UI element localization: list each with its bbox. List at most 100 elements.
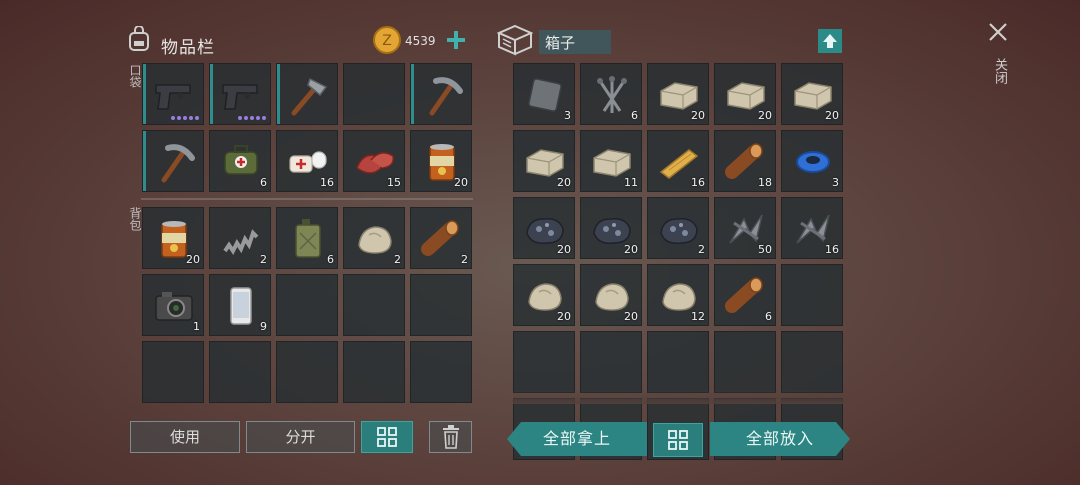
item-quantity: 6: [260, 176, 267, 189]
medkit-bag-icon: [224, 145, 258, 175]
item-quantity: 16: [320, 176, 334, 189]
box-slot[interactable]: 6: [714, 264, 776, 326]
backpack-slot[interactable]: 1: [142, 274, 204, 336]
item-quantity: 2: [461, 253, 468, 266]
backpack-slot[interactable]: 6: [276, 207, 338, 269]
box-slot[interactable]: 20: [781, 63, 843, 125]
backpack-slot[interactable]: [276, 274, 338, 336]
pocket-slot[interactable]: 16: [276, 130, 338, 192]
box-icon: [496, 24, 534, 56]
sort-box-button[interactable]: [653, 423, 703, 457]
pocket-slot[interactable]: [142, 130, 204, 192]
box-slot[interactable]: 16: [781, 197, 843, 259]
item-quantity: 20: [825, 109, 839, 122]
box-slot[interactable]: 20: [580, 197, 642, 259]
item-quantity: 20: [557, 176, 571, 189]
box-slot[interactable]: 3: [781, 130, 843, 192]
ammo-dot: [171, 116, 175, 120]
upload-button[interactable]: [818, 29, 842, 53]
pocket-slot[interactable]: [343, 63, 405, 125]
box-title: 箱子: [545, 34, 576, 52]
box-slot[interactable]: 20: [513, 130, 575, 192]
item-quantity: 16: [691, 176, 705, 189]
box-slot[interactable]: 6: [580, 63, 642, 125]
item-quantity: 18: [758, 176, 772, 189]
backpack-slot[interactable]: 2: [209, 207, 271, 269]
box-slot[interactable]: 16: [647, 130, 709, 192]
pocket-slot[interactable]: 6: [209, 130, 271, 192]
ammo-dots: [171, 116, 199, 120]
backpack-slot[interactable]: [142, 341, 204, 403]
box-slot[interactable]: 11: [580, 130, 642, 192]
split-button[interactable]: 分开: [246, 421, 355, 453]
pocket-slot[interactable]: [410, 63, 472, 125]
backpack-slot[interactable]: [410, 274, 472, 336]
use-button[interactable]: 使用: [130, 421, 240, 453]
backpack-slot[interactable]: [276, 341, 338, 403]
box-slot[interactable]: 20: [647, 63, 709, 125]
backpack-slot[interactable]: [343, 274, 405, 336]
box-slot[interactable]: [714, 331, 776, 393]
item-quantity: 1: [193, 320, 200, 333]
backpack-slot[interactable]: 20: [142, 207, 204, 269]
close-label: 关闭: [992, 58, 1007, 84]
box-slot[interactable]: [781, 331, 843, 393]
ammo-dots: [238, 116, 266, 120]
pistol-icon: [222, 84, 258, 110]
pocket-slot[interactable]: [142, 63, 204, 125]
plus-icon: [447, 31, 465, 49]
box-slot[interactable]: 20: [513, 264, 575, 326]
box-name-field[interactable]: 箱子: [539, 30, 611, 54]
item-quantity: 2: [394, 253, 401, 266]
box-slot[interactable]: [647, 331, 709, 393]
log-icon: [725, 277, 763, 313]
grid-icon: [668, 430, 688, 450]
box-slot[interactable]: 20: [580, 264, 642, 326]
item-quantity: 3: [832, 176, 839, 189]
item-quantity: 20: [624, 310, 638, 323]
stone-icon: [358, 226, 392, 254]
ammo-dot: [238, 116, 242, 120]
smartphone-icon: [230, 287, 252, 325]
box-slot[interactable]: [580, 331, 642, 393]
add-coins-button[interactable]: [446, 30, 466, 50]
box-slot[interactable]: 20: [513, 197, 575, 259]
box-slot[interactable]: 12: [647, 264, 709, 326]
spring-icon: [223, 229, 259, 255]
box-slot[interactable]: [513, 331, 575, 393]
box-slot[interactable]: 3: [513, 63, 575, 125]
item-quantity: 3: [564, 109, 571, 122]
box-slot[interactable]: [781, 264, 843, 326]
backpack-slot[interactable]: 2: [410, 207, 472, 269]
put-all-button[interactable]: 全部放入: [710, 422, 850, 456]
pocket-slot[interactable]: [209, 63, 271, 125]
backpack-icon: [127, 25, 151, 52]
backpack-slot[interactable]: [410, 341, 472, 403]
delete-button[interactable]: [429, 421, 472, 453]
pickaxe-icon: [161, 144, 195, 183]
arrow-up-icon: [823, 34, 837, 48]
item-quantity: 2: [698, 243, 705, 256]
close-icon: [989, 23, 1007, 41]
pocket-slot[interactable]: 20: [410, 130, 472, 192]
coin-icon: Z: [373, 26, 401, 54]
box-slot[interactable]: 18: [714, 130, 776, 192]
backpack-slot[interactable]: 9: [209, 274, 271, 336]
backpack-slot[interactable]: 2: [343, 207, 405, 269]
close-button[interactable]: 关闭: [986, 20, 1010, 100]
pocket-slot[interactable]: 15: [343, 130, 405, 192]
backpack-slot[interactable]: [343, 341, 405, 403]
sort-inventory-button[interactable]: [361, 421, 413, 453]
item-quantity: 11: [624, 176, 638, 189]
box-slot[interactable]: 2: [647, 197, 709, 259]
backpack-slot[interactable]: [209, 341, 271, 403]
duct-tape-icon: [796, 151, 830, 173]
pistol-icon: [155, 84, 191, 110]
ammo-dot: [177, 116, 181, 120]
item-quantity: 2: [260, 253, 267, 266]
equipped-marker: [143, 64, 146, 124]
box-slot[interactable]: 20: [714, 63, 776, 125]
pocket-slot[interactable]: [276, 63, 338, 125]
take-all-button[interactable]: 全部拿上: [507, 422, 647, 456]
box-slot[interactable]: 50: [714, 197, 776, 259]
